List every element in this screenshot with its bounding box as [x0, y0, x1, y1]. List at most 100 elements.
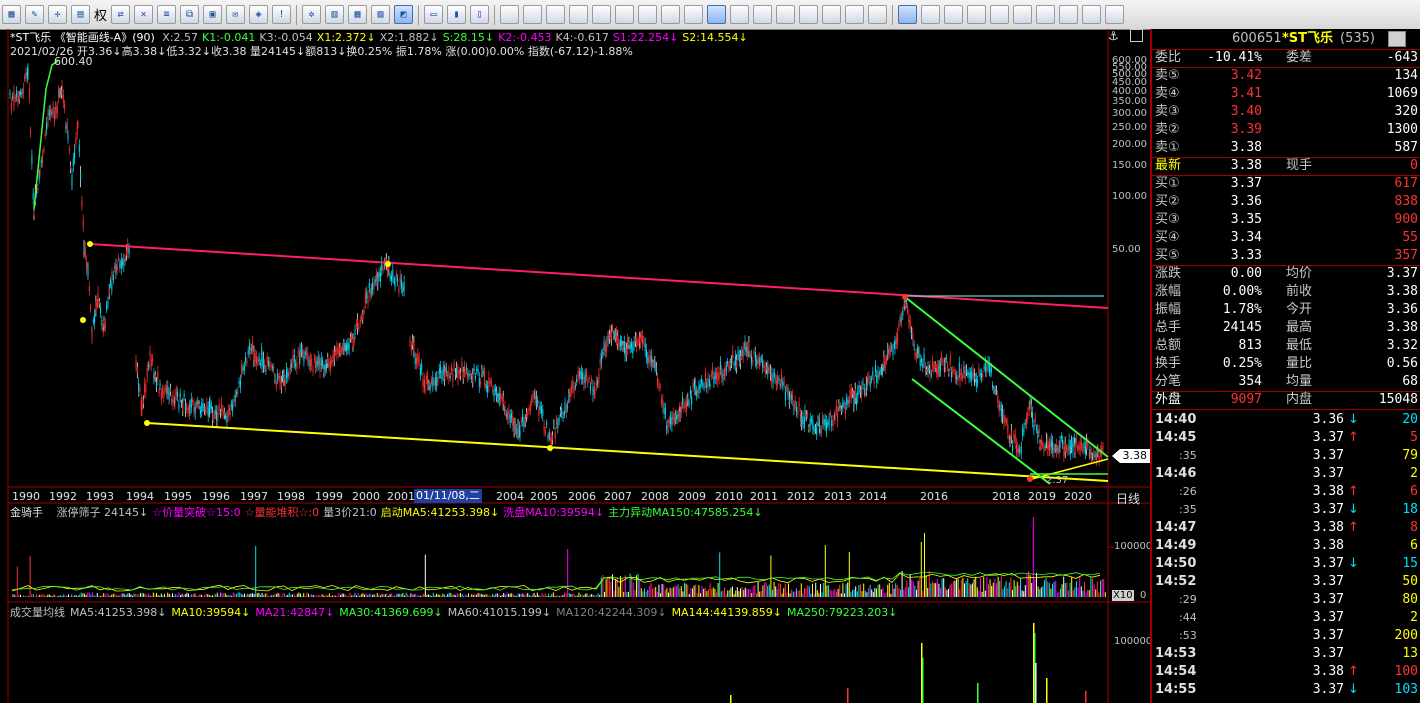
tick-row[interactable]: 14:53 3.37 13: [1152, 645, 1420, 663]
stock-menu-icon[interactable]: [1388, 31, 1406, 47]
vol-scale-label[interactable]: X10: [1112, 590, 1134, 601]
chart-area[interactable]: *ST飞乐 《智能画线-A》(90) X:2.57 K1:-0.041 K3:-0.…: [0, 29, 1152, 703]
z3-icon[interactable]: [546, 5, 566, 24]
bar2-icon[interactable]: ▯: [470, 5, 490, 24]
tick-row[interactable]: 14:46 3.37 2: [1152, 465, 1420, 483]
z11-icon[interactable]: [730, 5, 750, 24]
stat-row[interactable]: 总手 24145 最高 3.38: [1152, 319, 1420, 337]
gear-icon[interactable]: ✲: [302, 5, 322, 24]
tick-row[interactable]: 14:40 3.36 ↓ 20: [1152, 411, 1420, 429]
tick-row[interactable]: 14:55 3.37 ↓ 103: [1152, 681, 1420, 699]
buy-row-2[interactable]: 买② 3.36 838: [1152, 193, 1420, 211]
volume-bar: [224, 593, 226, 597]
z13-icon[interactable]: [776, 5, 796, 24]
chart-active-icon[interactable]: ◩: [394, 5, 414, 24]
buy-row-1[interactable]: 买① 3.37 617: [1152, 175, 1420, 193]
tick-row[interactable]: 14:49 3.38 6: [1152, 537, 1420, 555]
stat-row[interactable]: 振幅 1.78% 今开 3.36: [1152, 301, 1420, 319]
hline-icon[interactable]: [944, 5, 964, 24]
z2-icon[interactable]: [523, 5, 543, 24]
tick-row[interactable]: 14:47 3.38 ↑ 8: [1152, 519, 1420, 537]
sell-row-1[interactable]: 卖① 3.38 587: [1152, 139, 1420, 157]
buy-row-4[interactable]: 买④ 3.34 55: [1152, 229, 1420, 247]
latest-row[interactable]: 最新 3.38 现手 0: [1152, 157, 1420, 175]
z14-icon[interactable]: [799, 5, 819, 24]
sell-row-4[interactable]: 卖④ 3.41 1069: [1152, 85, 1420, 103]
table2-icon[interactable]: ▦: [348, 5, 368, 24]
tick-row[interactable]: :29 3.37 80: [1152, 591, 1420, 609]
peak-price-label: 600.40: [54, 55, 93, 68]
tick-row[interactable]: :26 3.38 ↑ 6: [1152, 483, 1420, 501]
z6-icon[interactable]: [615, 5, 635, 24]
expand-icon[interactable]: [1130, 29, 1143, 42]
fan-icon[interactable]: [990, 5, 1010, 24]
line-icon[interactable]: [921, 5, 941, 24]
mail-icon[interactable]: ✉: [226, 5, 246, 24]
weibi-row[interactable]: 委比 -10.41% 委差 -643: [1152, 49, 1420, 67]
z9-icon[interactable]: [684, 5, 704, 24]
circle-icon[interactable]: [1082, 5, 1102, 24]
warning-icon[interactable]: !: [272, 5, 292, 24]
outer-inner-row[interactable]: 外盘 9097 内盘 15048: [1152, 391, 1420, 409]
tag-icon[interactable]: ◈: [249, 5, 269, 24]
list-icon[interactable]: ≡: [157, 5, 177, 24]
chart-canvas[interactable]: [0, 29, 1150, 703]
z12-icon[interactable]: [753, 5, 773, 24]
channel-icon[interactable]: [1013, 5, 1033, 24]
x-icon[interactable]: ✕: [134, 5, 154, 24]
z4-icon[interactable]: [569, 5, 589, 24]
table-icon[interactable]: ▥: [325, 5, 345, 24]
z16-icon[interactable]: [845, 5, 865, 24]
grid-icon[interactable]: ▦: [2, 5, 21, 24]
tick-row[interactable]: :53 3.37 200: [1152, 627, 1420, 645]
z10-icon[interactable]: [707, 5, 727, 24]
candle-body: [150, 359, 152, 366]
note-icon[interactable]: ▣: [203, 5, 223, 24]
stat-row[interactable]: 换手 0.25% 量比 0.56: [1152, 355, 1420, 373]
stat-row[interactable]: 涨幅 0.00% 前收 3.38: [1152, 283, 1420, 301]
stat-row[interactable]: 总额 813 最低 3.32: [1152, 337, 1420, 355]
z8-icon[interactable]: [661, 5, 681, 24]
window-icon[interactable]: ▭: [424, 5, 444, 24]
chart-icon[interactable]: ▨: [371, 5, 391, 24]
copy-icon[interactable]: ⧉: [180, 5, 200, 24]
z17-icon[interactable]: [868, 5, 888, 24]
z7-icon[interactable]: [638, 5, 658, 24]
tick-volume: 20: [1402, 412, 1418, 427]
parallel-icon[interactable]: [1036, 5, 1056, 24]
stat-row[interactable]: 分笔 354 均量 68: [1152, 373, 1420, 391]
tick-row[interactable]: 14:50 3.37 ↓ 15: [1152, 555, 1420, 573]
text-icon[interactable]: [1105, 5, 1125, 24]
sell-row-2[interactable]: 卖② 3.39 1300: [1152, 121, 1420, 139]
candle-body: [684, 402, 686, 408]
quote-value: 320: [1394, 104, 1418, 119]
rect-icon[interactable]: [1059, 5, 1079, 24]
period-label[interactable]: 日线: [1116, 490, 1140, 507]
crosshair-icon[interactable]: ✛: [48, 5, 67, 24]
bar1-icon[interactable]: ▮: [447, 5, 467, 24]
tick-row[interactable]: :35 3.37 79: [1152, 447, 1420, 465]
pencil-icon[interactable]: ✎: [25, 5, 44, 24]
buy-row-3[interactable]: 买③ 3.35 900: [1152, 211, 1420, 229]
candle-body: [637, 340, 639, 343]
candle-body: [364, 294, 366, 303]
tick-row[interactable]: 14:54 3.38 ↑ 100: [1152, 663, 1420, 681]
vline-icon[interactable]: [967, 5, 987, 24]
draw-icon[interactable]: [898, 5, 918, 24]
panel-icon[interactable]: ▤: [71, 5, 90, 24]
switch-icon[interactable]: ⇄: [111, 5, 131, 24]
z15-icon[interactable]: [822, 5, 842, 24]
buy-row-5[interactable]: 买⑤ 3.33 357: [1152, 247, 1420, 265]
volume-bar: [87, 592, 89, 597]
stat-row[interactable]: 涨跌 0.00 均价 3.37: [1152, 265, 1420, 283]
z5-icon[interactable]: [592, 5, 612, 24]
sell-row-3[interactable]: 卖③ 3.40 320: [1152, 103, 1420, 121]
tick-row[interactable]: :44 3.37 2: [1152, 609, 1420, 627]
tick-row[interactable]: :35 3.37 ↓ 18: [1152, 501, 1420, 519]
z1-icon[interactable]: [500, 5, 520, 24]
quan-button[interactable]: 权: [94, 5, 107, 24]
tick-row[interactable]: 14:52 3.37 50: [1152, 573, 1420, 591]
anchor-icon[interactable]: ⚓: [1108, 29, 1119, 43]
sell-row-5[interactable]: 卖⑤ 3.42 134: [1152, 67, 1420, 85]
tick-row[interactable]: 14:45 3.37 ↑ 5: [1152, 429, 1420, 447]
